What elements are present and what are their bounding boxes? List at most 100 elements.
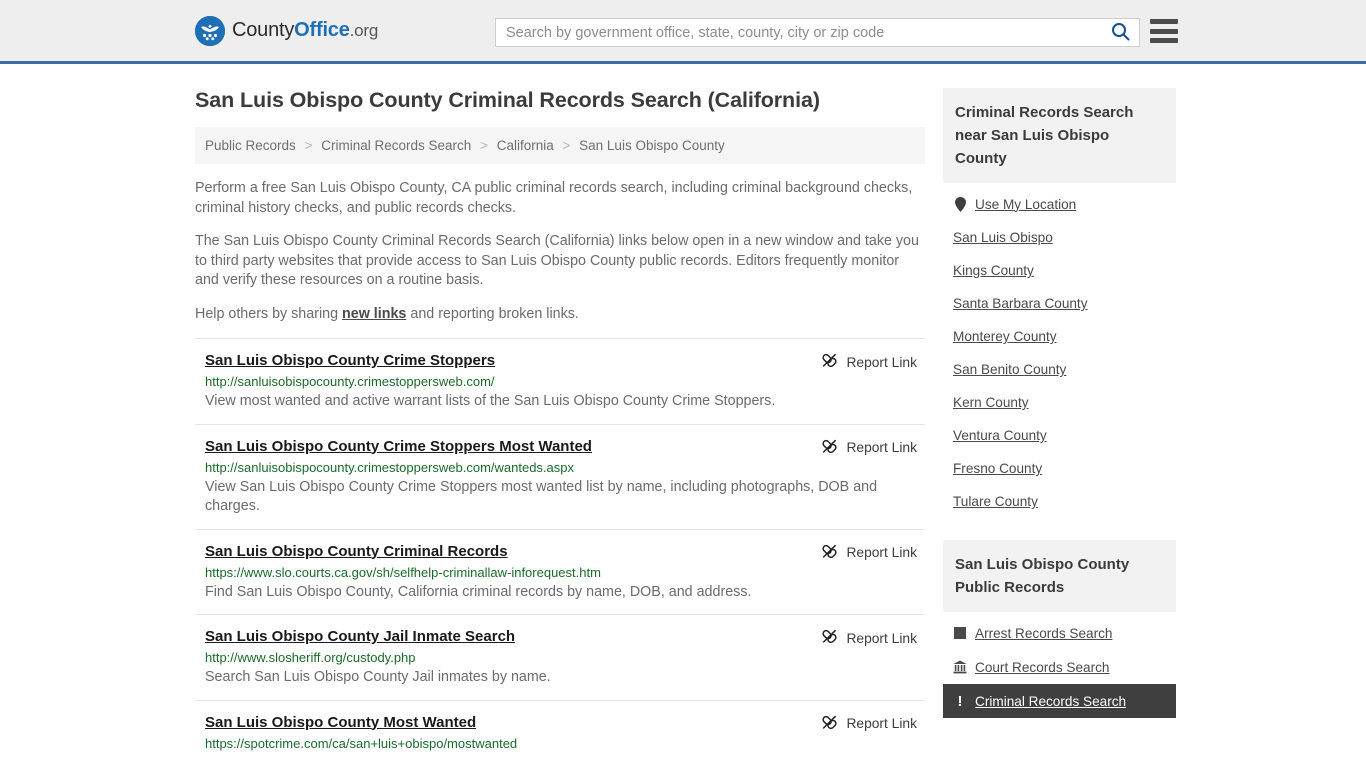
report-link-button[interactable]: Report Link [821,628,917,648]
square-icon [953,625,967,641]
search-input[interactable] [496,24,1101,41]
result-url: https://spotcrime.com/ca/san+luis+obispo… [205,735,518,751]
result-row: San Luis Obispo County Jail Inmate Searc… [195,614,925,700]
sidebar-item-san-benito-county[interactable]: San Benito County [943,353,1176,386]
logo-text-county: County [232,19,295,41]
broken-link-icon [821,352,838,372]
result-row: San Luis Obispo County Crime Stoppers ht… [195,338,925,424]
sidebar-item-label[interactable]: San Benito County [953,362,1066,377]
menu-bar-1 [1150,19,1178,24]
sidebar-item-use-my-location[interactable]: Use My Location [943,187,1176,221]
sidebar-item-fresno-county[interactable]: Fresno County [943,452,1176,485]
site-logo[interactable]: CountyOffice.org [195,15,378,46]
result-title-link[interactable]: San Luis Obispo County Crime Stoppers [205,352,495,369]
intro-paragraph-1: Perform a free San Luis Obispo County, C… [195,180,913,216]
map-pin-icon [953,196,967,212]
result-title-link[interactable]: San Luis Obispo County Criminal Records [205,543,508,560]
result-url: http://sanluisobispocounty.crimestoppers… [205,459,575,475]
breadcrumb-separator: > [304,138,313,153]
sidebar-item-label[interactable]: Kern County [953,395,1029,410]
broken-link-icon [821,628,838,648]
intro-paragraph-2: The San Luis Obispo County Criminal Reco… [195,233,919,288]
page-body: San Luis Obispo County Criminal Records … [0,64,1366,766]
site-header: CountyOffice.org [0,0,1366,64]
breadcrumb-item-3[interactable]: San Luis Obispo County [579,138,725,153]
result-description: Search San Luis Obispo County Jail inmat… [205,669,551,685]
intro-p3-before: Help others by sharing [195,305,343,322]
result-row: San Luis Obispo County Criminal Records … [195,528,925,615]
sidebar-item-label[interactable]: Fresno County [953,461,1042,476]
public-records-section-header: San Luis Obispo County Public Records [943,540,1176,612]
result-description: View San Luis Obispo County Crime Stoppe… [205,478,878,515]
result-title-link[interactable]: San Luis Obispo County Crime Stoppers Mo… [205,438,592,455]
result-title-link[interactable]: San Luis Obispo County Most Wanted [205,714,476,731]
sidebar-item-label[interactable]: Santa Barbara County [953,296,1088,311]
sidebar-item-monterey-county[interactable]: Monterey County [943,320,1176,353]
menu-bar-3 [1150,38,1178,43]
main-content: San Luis Obispo County Criminal Records … [195,64,925,766]
sidebar-item-ventura-county[interactable]: Ventura County [943,419,1176,452]
breadcrumb: Public Records > Criminal Records Search… [195,127,925,164]
nearby-section-header: Criminal Records Search near San Luis Ob… [943,88,1176,183]
report-link-label: Report Link [846,354,917,370]
sidebar-item-kern-county[interactable]: Kern County [943,386,1176,419]
menu-bar-2 [1150,28,1178,34]
result-description: View most wanted and active warrant list… [205,393,776,409]
eagle-seal-icon [195,15,225,46]
breadcrumb-item-0[interactable]: Public Records [205,138,296,153]
report-link-button[interactable]: Report Link [821,438,917,458]
report-link-label: Report Link [846,545,917,560]
sidebar-item-label[interactable]: Kings County [953,263,1034,278]
result-url: https://www.slo.courts.ca.gov/sh/selfhel… [205,564,601,580]
sidebar-item-label[interactable]: Court Records Search [975,660,1109,675]
courthouse-icon [953,659,967,675]
report-link-button[interactable]: Report Link [821,714,917,734]
search-bar [495,18,1140,47]
page-title: San Luis Obispo County Criminal Records … [195,88,820,112]
result-row: San Luis Obispo County Crime Stoppers Mo… [195,423,925,529]
search-icon [1111,22,1130,44]
result-title-link[interactable]: San Luis Obispo County Jail Inmate Searc… [205,628,515,645]
sidebar-item-court-records-search[interactable]: Court Records Search [943,650,1176,684]
exclamation-icon: ! [957,692,963,710]
sidebar-item-label[interactable]: Tulare County [953,494,1038,509]
sidebar-item-label[interactable]: Ventura County [953,428,1047,443]
search-button[interactable] [1101,19,1139,46]
sidebar-item-san-luis-obispo[interactable]: San Luis Obispo [943,221,1176,254]
logo-text-office: Office [294,19,350,41]
intro-text: Perform a free San Luis Obispo County, C… [195,179,925,324]
report-link-button[interactable]: Report Link [821,543,917,563]
report-link-label: Report Link [846,716,917,731]
breadcrumb-separator: > [480,138,488,153]
sidebar-item-label[interactable]: San Luis Obispo [953,230,1053,245]
report-link-label: Report Link [846,630,917,646]
sidebar-item-label[interactable]: Use My Location [975,197,1076,212]
breadcrumb-item-2[interactable]: California [497,138,554,153]
sidebar-item-santa-barbara-county[interactable]: Santa Barbara County [943,287,1176,320]
sidebar-item-tulare-county[interactable]: Tulare County [943,485,1176,518]
sidebar-item-kings-county[interactable]: Kings County [943,254,1176,287]
result-url: http://sanluisobispocounty.crimestoppers… [205,374,495,389]
nearby-links-list: Use My Location San Luis Obispo Kings Co… [943,183,1176,518]
result-description: Find San Luis Obispo County, California … [205,583,752,600]
result-row: San Luis Obispo County Most Wanted https… [195,699,925,766]
intro-paragraph-3: Help others by sharing new links and rep… [195,305,925,325]
site-logo-text: CountyOffice.org [232,19,378,42]
sidebar-item-arrest-records-search[interactable]: Arrest Records Search [943,616,1176,650]
breadcrumb-item-1[interactable]: Criminal Records Search [321,138,471,153]
public-records-links-list: Arrest Records Search Court Records Sear… [943,612,1176,718]
new-links-link[interactable]: new links [342,306,406,322]
sidebar-item-label[interactable]: Monterey County [953,329,1057,344]
sidebar-item-label[interactable]: Arrest Records Search [975,626,1113,641]
broken-link-icon [821,714,838,734]
report-link-button[interactable]: Report Link [821,352,917,372]
intro-p3-after: and reporting broken links. [406,305,579,322]
breadcrumb-separator: > [562,138,571,153]
result-url: http://www.slosheriff.org/custody.php [205,650,416,665]
sidebar-item-label[interactable]: Criminal Records Search [975,694,1126,709]
logo-text-org: .org [349,21,379,40]
sidebar-item-criminal-records-search[interactable]: ! Criminal Records Search [943,684,1176,718]
broken-link-icon [821,543,838,563]
right-sidebar: Criminal Records Search near San Luis Ob… [943,64,1176,766]
hamburger-menu-icon[interactable] [1150,19,1178,43]
